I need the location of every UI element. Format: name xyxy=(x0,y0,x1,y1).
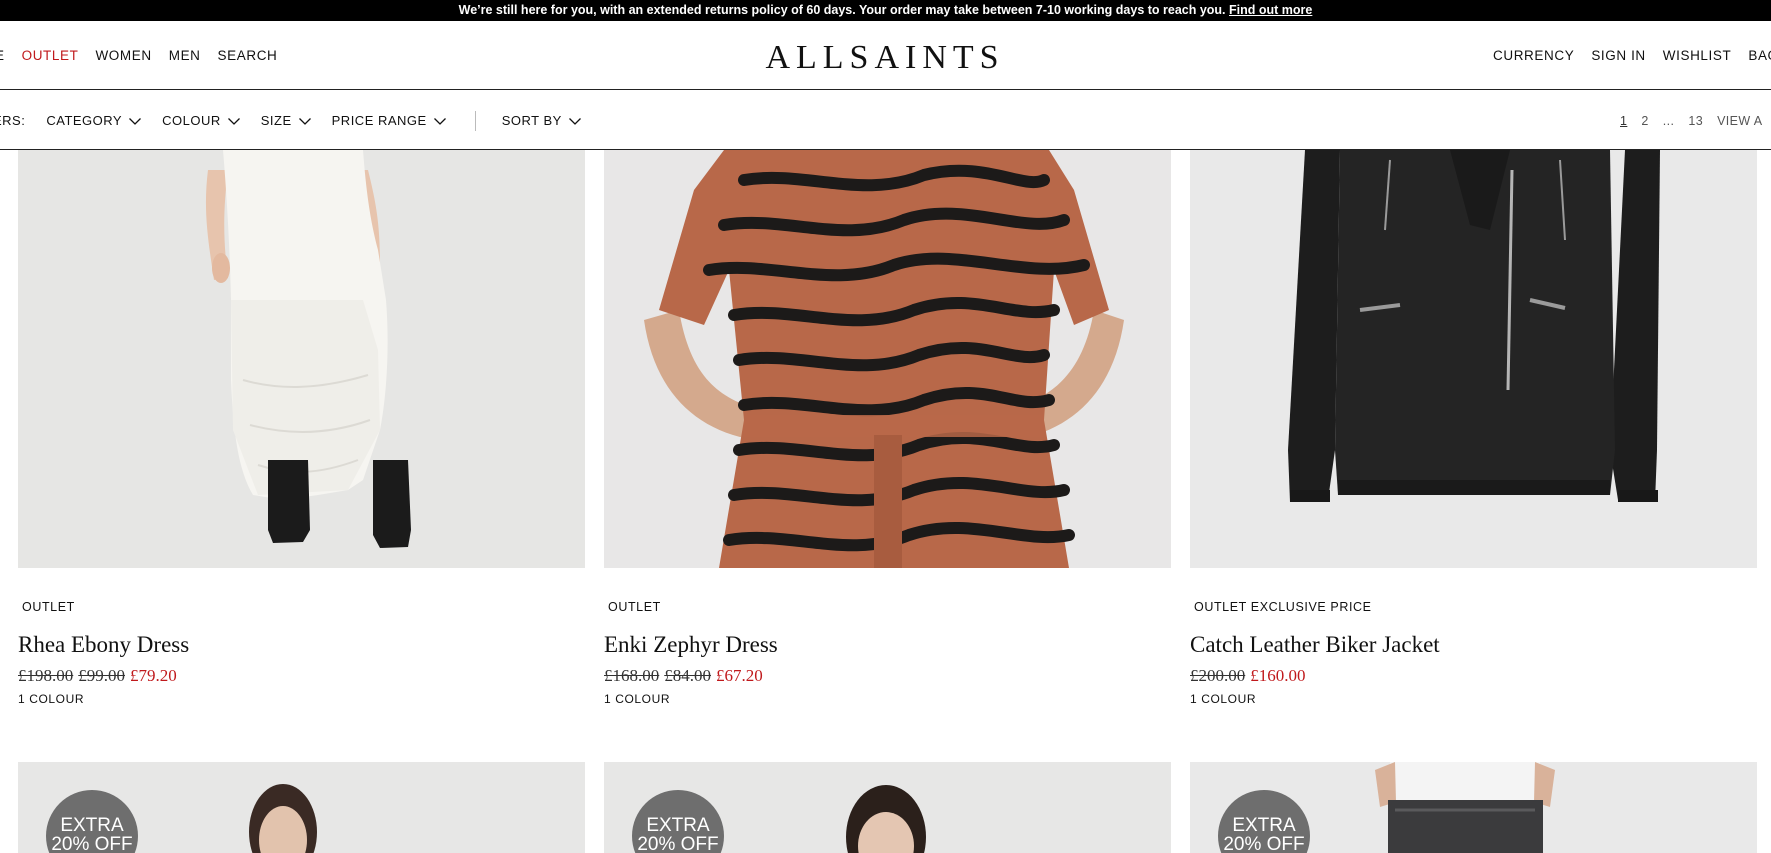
sort-by-dropdown[interactable]: SORT BY xyxy=(502,113,582,128)
badge-line-1: EXTRA xyxy=(646,815,710,836)
badge-line-2: 20% OFF xyxy=(1223,834,1305,853)
badge-line-1: EXTRA xyxy=(60,815,124,836)
wishlist-link[interactable]: WISHLIST xyxy=(1663,48,1732,63)
leather-jacket-photo xyxy=(1190,150,1757,568)
colour-count[interactable]: 1 COLOUR xyxy=(18,692,84,706)
site-header: E OUTLET WOMEN MEN SEARCH ALLSAINTS CURR… xyxy=(0,21,1771,90)
size-filter[interactable]: SIZE xyxy=(261,113,312,128)
badge-line-2: 20% OFF xyxy=(51,834,133,853)
product-tag: OUTLET xyxy=(608,600,661,614)
product-prices: £168.00 £84.00 £67.20 xyxy=(604,666,763,686)
chevron-down-icon xyxy=(298,117,311,125)
original-price: £200.00 xyxy=(1190,666,1246,685)
product-image[interactable]: EXTRA 20% OFF xyxy=(1190,762,1757,853)
sale-price: £79.20 xyxy=(130,666,177,685)
colour-count[interactable]: 1 COLOUR xyxy=(1190,692,1256,706)
allsaints-logo[interactable]: ALLSAINTS xyxy=(760,39,1010,77)
product-prices: £200.00 £160.00 xyxy=(1190,666,1306,686)
filter-divider xyxy=(474,110,476,131)
sign-in-link[interactable]: SIGN IN xyxy=(1591,48,1645,63)
product-name[interactable]: Catch Leather Biker Jacket xyxy=(1190,632,1440,658)
colour-filter[interactable]: COLOUR xyxy=(162,113,241,128)
currency-link[interactable]: CURRENCY xyxy=(1493,48,1574,63)
previous-price: £84.00 xyxy=(664,666,711,685)
find-out-more-link[interactable]: Find out more xyxy=(1229,3,1312,17)
white-dress-photo xyxy=(18,150,585,568)
original-price: £198.00 xyxy=(18,666,74,685)
previous-price: £99.00 xyxy=(78,666,125,685)
page-1-link[interactable]: 1 xyxy=(1620,114,1627,128)
page-13-link[interactable]: 13 xyxy=(1688,114,1703,128)
product-tag: OUTLET EXCLUSIVE PRICE xyxy=(1194,600,1372,614)
chevron-down-icon xyxy=(433,117,446,125)
nav-item-search[interactable]: SEARCH xyxy=(218,48,278,63)
category-filter[interactable]: CATEGORY xyxy=(46,113,142,128)
nav-item-men[interactable]: MEN xyxy=(169,48,201,63)
tiger-print-dress-photo xyxy=(604,150,1171,568)
chevron-down-icon xyxy=(568,117,581,125)
badge-line-2: 20% OFF xyxy=(637,834,719,853)
product-image[interactable]: EXTRA 20% OFF xyxy=(604,762,1171,853)
price-range-filter[interactable]: PRICE RANGE xyxy=(332,113,447,128)
category-filter-label: CATEGORY xyxy=(46,113,123,128)
announcement-text: We’re still here for you, with an extend… xyxy=(458,3,1226,17)
original-price: £168.00 xyxy=(604,666,660,685)
sort-by-label: SORT BY xyxy=(501,113,562,128)
bag-link[interactable]: BAG xyxy=(1748,48,1771,63)
chevron-down-icon xyxy=(227,117,240,125)
colour-count[interactable]: 1 COLOUR xyxy=(604,692,670,706)
account-nav: CURRENCY SIGN IN WISHLIST BAG xyxy=(1493,21,1771,90)
chevron-down-icon xyxy=(129,117,142,125)
product-name[interactable]: Enki Zephyr Dress xyxy=(604,632,778,658)
primary-nav: E OUTLET WOMEN MEN SEARCH xyxy=(0,21,294,90)
colour-filter-label: COLOUR xyxy=(162,113,221,128)
price-range-filter-label: PRICE RANGE xyxy=(331,113,427,128)
nav-item-partial[interactable]: E xyxy=(0,48,5,63)
sale-price: £160.00 xyxy=(1250,666,1306,685)
product-prices: £198.00 £99.00 £79.20 xyxy=(18,666,177,686)
product-name[interactable]: Rhea Ebony Dress xyxy=(18,632,189,658)
product-image[interactable] xyxy=(1190,150,1757,568)
size-filter-label: SIZE xyxy=(260,113,292,128)
badge-line-1: EXTRA xyxy=(1232,815,1296,836)
sale-price: £67.20 xyxy=(716,666,763,685)
announcement-bar: We’re still here for you, with an extend… xyxy=(0,0,1771,21)
nav-item-outlet[interactable]: OUTLET xyxy=(22,48,79,63)
product-image[interactable] xyxy=(604,150,1171,568)
page-ellipsis: ... xyxy=(1662,113,1675,128)
product-tag: OUTLET xyxy=(22,600,75,614)
filter-bar: ERS: CATEGORY COLOUR SIZE PRICE RANGE SO… xyxy=(0,91,1771,150)
page-2-link[interactable]: 2 xyxy=(1641,114,1648,128)
product-image[interactable] xyxy=(18,150,585,568)
pagination: 1 2 ... 13 VIEW A xyxy=(1620,91,1771,150)
nav-item-women[interactable]: WOMEN xyxy=(95,48,151,63)
view-all-link[interactable]: VIEW A xyxy=(1717,114,1762,128)
product-image[interactable]: EXTRA 20% OFF xyxy=(18,762,585,853)
filters-label: ERS: xyxy=(0,113,26,128)
